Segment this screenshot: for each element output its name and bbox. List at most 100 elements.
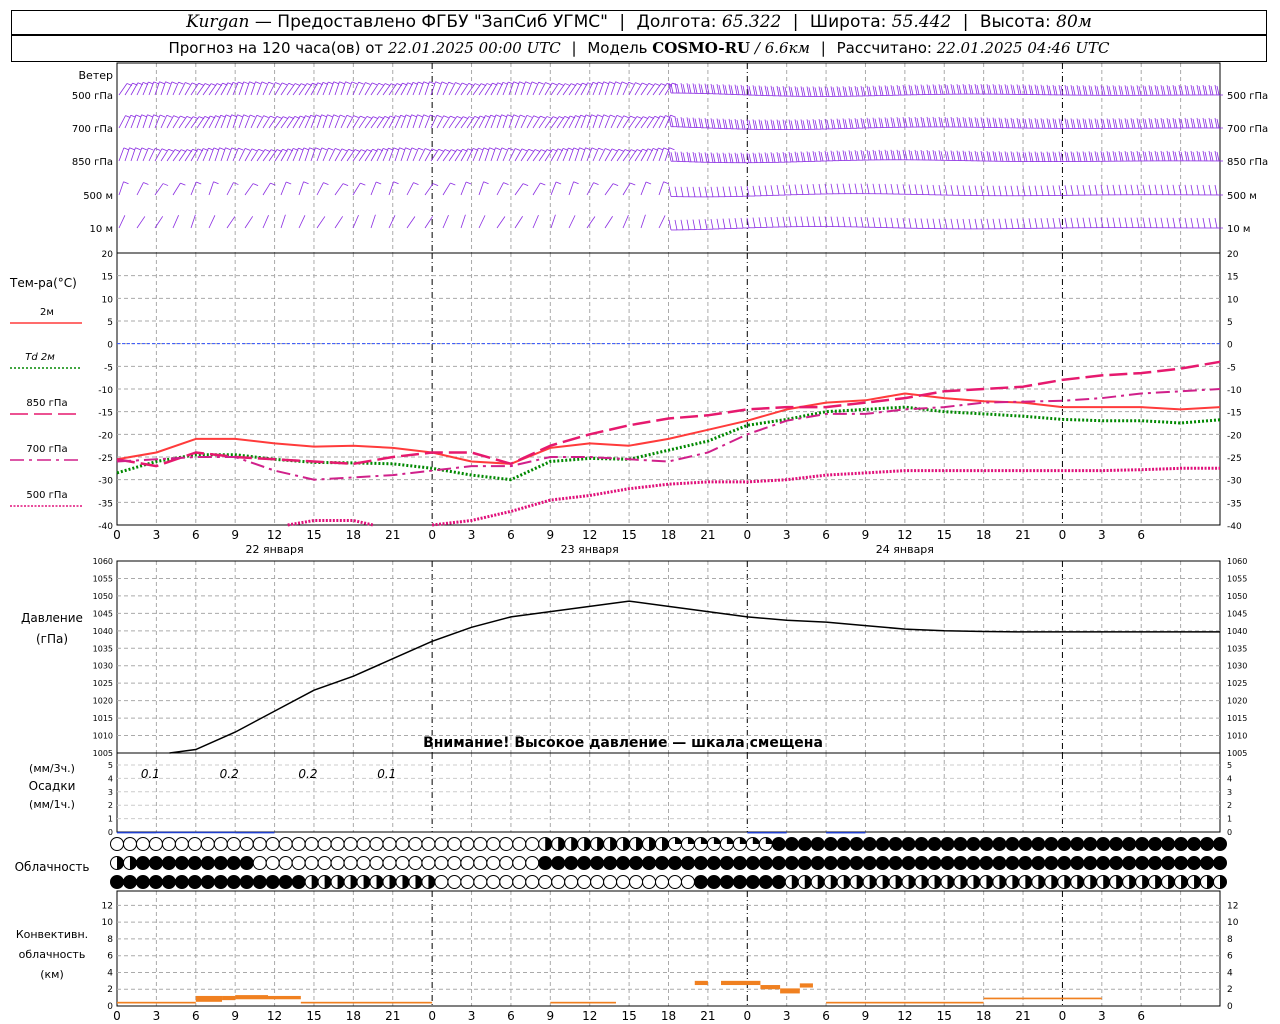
wind-barb-feather xyxy=(441,81,448,85)
wind-barb xyxy=(442,115,451,129)
wind-barb-feather xyxy=(976,85,980,95)
wind-barb xyxy=(1004,218,1008,229)
wind-barb-feather xyxy=(928,151,932,161)
wind-barb xyxy=(322,114,328,129)
wind-barb xyxy=(1004,151,1008,162)
wind-barb xyxy=(1106,151,1110,162)
wind-barb xyxy=(1034,218,1038,229)
cloud-symbol-fill xyxy=(597,837,604,851)
wind-barb-feather xyxy=(1168,151,1172,161)
wind-barb xyxy=(1142,85,1146,96)
wind-barb xyxy=(722,218,726,229)
time-label: 9 xyxy=(862,528,870,542)
cloud-symbol-fill xyxy=(765,837,773,844)
wind-barb-feather xyxy=(204,83,211,86)
wind-barb-feather xyxy=(976,118,980,128)
cloud-symbol xyxy=(564,856,579,870)
wind-barb xyxy=(1214,184,1218,196)
cloud-symbol xyxy=(1083,856,1098,870)
wind-barb xyxy=(974,150,978,162)
wind-barb xyxy=(322,81,329,96)
wind-barb xyxy=(628,116,638,129)
wind-barb-feather xyxy=(1114,86,1118,96)
precip-value-label: 0.1 xyxy=(141,767,160,781)
wind-barb xyxy=(388,115,396,129)
cloud-symbol-fill xyxy=(1207,875,1214,889)
wind-barb-feather xyxy=(964,151,968,161)
wind-barb xyxy=(1028,84,1032,95)
wind-barb-feather xyxy=(724,119,728,129)
wind-barb-feather xyxy=(429,81,435,85)
wind-barb-feather xyxy=(802,152,806,162)
wind-barb xyxy=(130,147,136,162)
wind-barb xyxy=(334,148,343,162)
wind-barb xyxy=(794,216,798,227)
wind-barb-feather xyxy=(1180,151,1184,161)
wind-barb xyxy=(812,184,816,195)
temp-tick-right: -25 xyxy=(1227,454,1242,464)
cloud-symbol-fill xyxy=(376,875,384,889)
wind-barb xyxy=(854,118,858,129)
wind-barb xyxy=(412,114,418,129)
wind-barb-feather xyxy=(1192,85,1196,96)
wind-barb xyxy=(896,117,900,128)
wind-barb-feather xyxy=(1084,152,1088,162)
conv-tick-left: 0 xyxy=(107,1002,113,1012)
cloud-symbol xyxy=(252,875,267,889)
time-label: 15 xyxy=(306,528,321,542)
cloud-symbol xyxy=(616,856,631,870)
wind-barb xyxy=(1040,218,1044,229)
wind-barb xyxy=(1112,118,1116,129)
wind-barb-feather xyxy=(670,83,674,94)
wind-barb xyxy=(896,85,900,96)
cloud-symbol xyxy=(693,875,708,889)
cloud-symbol-fill xyxy=(674,837,682,844)
wind-barb xyxy=(908,149,912,160)
wind-barb-feather xyxy=(1126,119,1130,129)
wind-barb xyxy=(1154,118,1158,129)
wind-barb xyxy=(1208,117,1212,129)
wind-barb xyxy=(1124,184,1128,195)
wind-barb xyxy=(376,148,384,162)
wind-barb-feather xyxy=(1210,151,1214,162)
wind-barb-feather xyxy=(916,85,920,95)
wind-barb xyxy=(292,147,299,162)
cloud-symbol xyxy=(1070,856,1085,870)
conv-tick-left: 6 xyxy=(107,952,113,962)
wind-barb xyxy=(1184,84,1188,96)
pressure-tick-left: 1040 xyxy=(93,627,113,636)
wind-barb-feather xyxy=(540,115,546,119)
cloud-symbol xyxy=(447,856,462,870)
time-label-bottom: 18 xyxy=(976,1009,991,1023)
wind-barb-feather xyxy=(525,81,531,85)
wind-barb xyxy=(938,218,942,229)
wind-barb xyxy=(710,186,714,197)
wind-barb xyxy=(794,86,798,97)
wind-barb-feather xyxy=(148,147,154,151)
cloud-symbol xyxy=(1122,856,1137,870)
wind-barb xyxy=(920,184,924,195)
wind-barb-feather xyxy=(874,86,878,96)
wind-barb-feather xyxy=(1096,152,1100,162)
wind-barb-feather xyxy=(970,118,974,128)
wind-barb-feather xyxy=(261,81,268,85)
wind-barb xyxy=(304,147,310,162)
wind-barb xyxy=(734,186,738,197)
conv-segment xyxy=(550,1001,616,1004)
wind-barb xyxy=(872,85,876,96)
precip-tick-right: 5 xyxy=(1227,761,1232,770)
wind-barb xyxy=(316,182,324,196)
time-label: 12 xyxy=(897,528,912,542)
cloud-symbol xyxy=(758,875,773,889)
wind-barb-feather xyxy=(886,86,890,96)
wind-barb-feather xyxy=(820,119,824,130)
wind-barb xyxy=(1034,118,1038,129)
cloud-symbol xyxy=(213,856,228,870)
wind-barb xyxy=(1196,184,1200,196)
cloud-symbol-fill xyxy=(1077,875,1084,889)
wind-level-label-right: 700 гПа xyxy=(1227,124,1268,135)
wind-barb xyxy=(872,149,876,160)
wind-barb xyxy=(346,81,353,96)
wind-barb-feather xyxy=(682,84,686,94)
cloud-symbol xyxy=(1044,856,1059,870)
